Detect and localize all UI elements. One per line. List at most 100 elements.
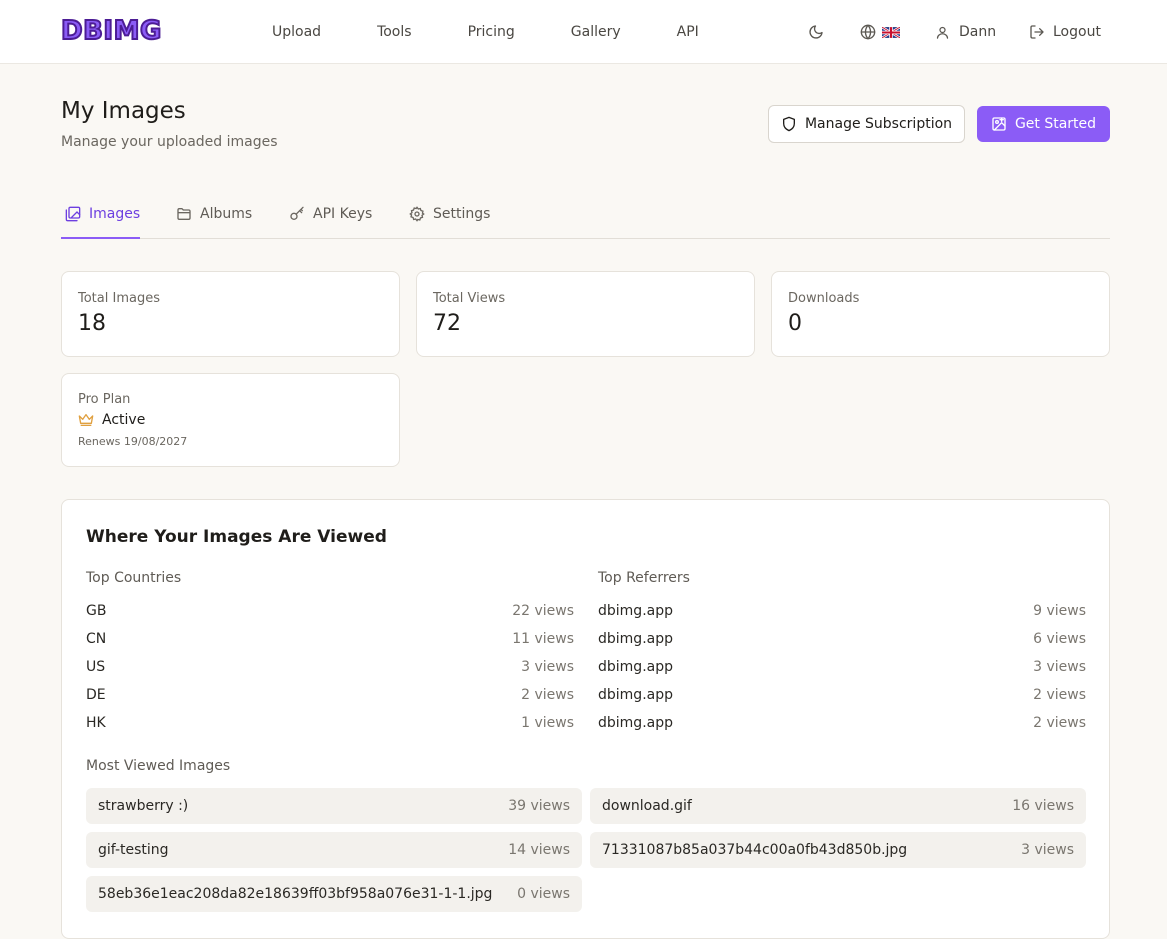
plan-status-text: Active bbox=[102, 412, 146, 428]
view-count: 14 views bbox=[508, 842, 570, 858]
country-code: US bbox=[86, 659, 106, 675]
country-row: CN 11 views bbox=[86, 625, 574, 653]
stat-label: Total Images bbox=[78, 291, 160, 306]
user-menu[interactable]: Dann bbox=[935, 0, 996, 64]
language-selector[interactable] bbox=[860, 0, 900, 64]
stat-value: 0 bbox=[788, 311, 802, 336]
stat-label: Downloads bbox=[788, 291, 860, 306]
image-plus-icon bbox=[992, 117, 1006, 131]
view-count: 3 views bbox=[521, 659, 574, 675]
stat-value: 18 bbox=[78, 311, 106, 336]
view-count: 22 views bbox=[512, 603, 574, 619]
view-count: 3 views bbox=[1033, 659, 1086, 675]
plan-label: Pro Plan bbox=[78, 392, 131, 407]
logout-button[interactable]: Logout bbox=[1029, 0, 1101, 64]
stat-label: Total Views bbox=[433, 291, 506, 306]
country-row: GB 22 views bbox=[86, 597, 574, 625]
image-name: gif-testing bbox=[98, 842, 169, 858]
logout-label: Logout bbox=[1053, 24, 1101, 40]
logo[interactable]: DBIMG bbox=[60, 14, 162, 48]
get-started-button[interactable]: Get Started bbox=[977, 106, 1110, 142]
view-count: 2 views bbox=[1033, 687, 1086, 703]
country-row: DE 2 views bbox=[86, 681, 574, 709]
referrer-domain: dbimg.app bbox=[598, 603, 673, 619]
most-viewed-heading: Most Viewed Images bbox=[86, 758, 231, 774]
theme-toggle-button[interactable] bbox=[808, 0, 824, 64]
page-subtitle: Manage your uploaded images bbox=[61, 134, 278, 150]
dashboard-tabs: Images Albums API Keys Settings bbox=[61, 190, 1110, 239]
nav-upload[interactable]: Upload bbox=[272, 24, 321, 40]
get-started-label: Get Started bbox=[1014, 116, 1097, 132]
tab-api-keys[interactable]: API Keys bbox=[289, 190, 372, 238]
referrer-row: dbimg.app 2 views bbox=[598, 681, 1086, 709]
view-count: 3 views bbox=[1021, 842, 1074, 858]
user-name: Dann bbox=[959, 24, 997, 40]
view-count: 2 views bbox=[521, 687, 574, 703]
images-icon bbox=[65, 206, 81, 222]
nav-tools[interactable]: Tools bbox=[377, 24, 412, 40]
plan-renewal-date: Renews 19/08/2027 bbox=[78, 435, 188, 448]
tab-label: Images bbox=[89, 206, 141, 222]
most-viewed-item[interactable]: 71331087b85a037b44c00a0fb43d850b.jpg 3 v… bbox=[590, 832, 1086, 868]
view-count: 0 views bbox=[517, 886, 570, 902]
referrer-domain: dbimg.app bbox=[598, 715, 673, 731]
referrer-domain: dbimg.app bbox=[598, 659, 673, 675]
nav-api[interactable]: API bbox=[677, 24, 699, 40]
country-code: CN bbox=[86, 631, 107, 647]
manage-subscription-label: Manage Subscription bbox=[804, 116, 953, 132]
gear-icon bbox=[409, 206, 425, 222]
tab-label: API Keys bbox=[313, 206, 373, 222]
uk-flag-icon bbox=[882, 26, 900, 38]
top-referrers-heading: Top Referrers bbox=[598, 570, 690, 586]
manage-subscription-button[interactable]: Manage Subscription bbox=[768, 105, 965, 143]
image-name: download.gif bbox=[602, 798, 692, 814]
most-viewed-item[interactable]: strawberry :) 39 views bbox=[86, 788, 582, 824]
most-viewed-item[interactable]: gif-testing 14 views bbox=[86, 832, 582, 868]
stat-card-downloads: Downloads 0 bbox=[771, 271, 1110, 357]
page-title: My Images bbox=[61, 98, 186, 124]
plan-status: Active bbox=[78, 412, 145, 428]
most-viewed-item[interactable]: download.gif 16 views bbox=[590, 788, 1086, 824]
moon-icon bbox=[809, 25, 823, 39]
country-code: GB bbox=[86, 603, 107, 619]
view-count: 16 views bbox=[1012, 798, 1074, 814]
top-countries-heading: Top Countries bbox=[86, 570, 182, 586]
panel-title: Where Your Images Are Viewed bbox=[86, 527, 387, 547]
nav-gallery[interactable]: Gallery bbox=[571, 24, 621, 40]
view-count: 9 views bbox=[1033, 603, 1086, 619]
tab-label: Settings bbox=[433, 206, 491, 222]
key-icon bbox=[290, 206, 304, 220]
image-name: 58eb36e1eac208da82e18639ff03bf958a076e31… bbox=[98, 886, 493, 902]
referrer-domain: dbimg.app bbox=[598, 687, 673, 703]
referrer-row: dbimg.app 6 views bbox=[598, 625, 1086, 653]
tab-label: Albums bbox=[200, 206, 253, 222]
main-nav: Upload Tools Pricing Gallery API bbox=[272, 0, 755, 64]
view-count: 1 views bbox=[521, 715, 574, 731]
view-count: 39 views bbox=[508, 798, 570, 814]
plan-card: Pro Plan Active Renews 19/08/2027 bbox=[61, 373, 400, 467]
nav-pricing[interactable]: Pricing bbox=[468, 24, 515, 40]
view-count: 2 views bbox=[1033, 715, 1086, 731]
country-code: DE bbox=[86, 687, 106, 703]
referrer-domain: dbimg.app bbox=[598, 631, 673, 647]
country-row: HK 1 views bbox=[86, 709, 574, 737]
country-code: HK bbox=[86, 715, 106, 731]
image-name: strawberry :) bbox=[98, 798, 189, 814]
country-row: US 3 views bbox=[86, 653, 574, 681]
view-count: 11 views bbox=[512, 631, 574, 647]
view-count: 6 views bbox=[1033, 631, 1086, 647]
shield-icon bbox=[782, 116, 795, 132]
stat-value: 72 bbox=[433, 311, 461, 336]
tab-albums[interactable]: Albums bbox=[176, 190, 252, 238]
folder-icon bbox=[177, 208, 191, 220]
user-icon bbox=[936, 26, 949, 39]
referrer-row: dbimg.app 3 views bbox=[598, 653, 1086, 681]
most-viewed-item[interactable]: 58eb36e1eac208da82e18639ff03bf958a076e31… bbox=[86, 876, 582, 912]
stat-card-total-images: Total Images 18 bbox=[61, 271, 400, 357]
top-navbar: DBIMG Upload Tools Pricing Gallery API D… bbox=[0, 0, 1167, 64]
image-name: 71331087b85a037b44c00a0fb43d850b.jpg bbox=[602, 842, 908, 858]
tab-images[interactable]: Images bbox=[65, 190, 140, 238]
tab-settings[interactable]: Settings bbox=[409, 190, 490, 238]
view-analytics-panel: Where Your Images Are Viewed Top Countri… bbox=[61, 499, 1110, 939]
stat-card-total-views: Total Views 72 bbox=[416, 271, 755, 357]
